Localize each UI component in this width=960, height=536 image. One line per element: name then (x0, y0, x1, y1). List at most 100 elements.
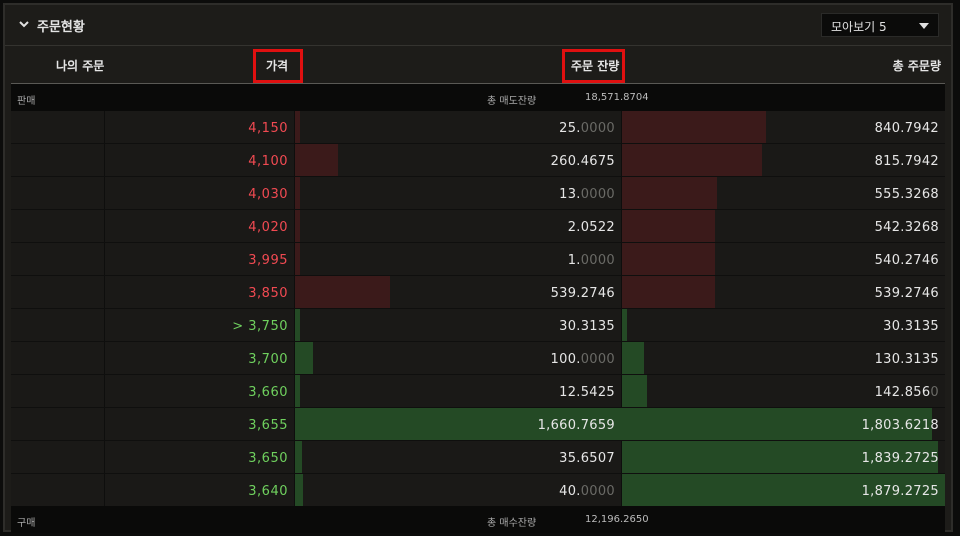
remaining-cell: 12.5425 (295, 375, 622, 407)
column-header-row: 나의 주문 가격 주문 잔량 총 주문량 (11, 46, 945, 84)
remaining-bar (295, 243, 300, 275)
remaining-cell: 1,660.7659 (295, 408, 622, 440)
price-value: 3,640 (248, 484, 288, 499)
order-row[interactable]: 4,100 260.4675 815.7942 (11, 144, 945, 177)
order-row[interactable]: 3,650 35.6507 1,839.2725 (11, 441, 945, 474)
order-status-panel: 주문현황 모아보기 5 나의 주문 가격 주문 잔량 총 주문량 판매 총 매도… (3, 3, 953, 533)
buy-total-label: 총 매수잔량 (487, 518, 537, 529)
total-bar (622, 210, 715, 242)
order-row[interactable]: 4,150 25.0000 840.7942 (11, 111, 945, 144)
remaining-bar (295, 210, 300, 242)
price-value: 4,020 (248, 220, 288, 235)
remaining-bar (295, 375, 300, 407)
price-cell[interactable]: 3,655 (105, 408, 295, 440)
price-cell[interactable]: 4,150 (105, 111, 295, 143)
sell-total-label: 총 매도잔량 (487, 96, 537, 107)
remaining-cell: 539.2746 (295, 276, 622, 308)
chevron-down-icon[interactable] (17, 17, 31, 31)
remaining-bar (295, 177, 300, 209)
total-bar (622, 144, 762, 176)
total-bar (622, 243, 715, 275)
remaining-bar (295, 144, 338, 176)
remaining-value-main: 100. (550, 352, 581, 367)
price-cell[interactable]: 3,700 (105, 342, 295, 374)
orderbook-rows: 4,150 25.0000 840.7942 4,100 260.4675 815.794… (11, 111, 945, 507)
remaining-value-trailing: 0000 (580, 187, 615, 202)
remaining-value-trailing: 0000 (580, 352, 615, 367)
total-value-main: 142.856 (874, 385, 931, 400)
remaining-value: 2.0522 (568, 220, 615, 235)
price-cell[interactable]: 3,995 (105, 243, 295, 275)
remaining-value-trailing: 0000 (580, 484, 615, 499)
remaining-value-main: 13. (559, 187, 581, 202)
remaining-value-main: 260.4675 (550, 154, 615, 169)
remaining-value: 260.4675 (551, 154, 615, 169)
price-value: 4,030 (248, 187, 288, 202)
remaining-bar (295, 276, 390, 308)
total-value-trailing: 0 (930, 385, 939, 400)
group-view-dropdown[interactable]: 모아보기 5 (821, 13, 939, 37)
remaining-cell: 260.4675 (295, 144, 622, 176)
total-cell: 1,803.6218 (622, 408, 945, 440)
sell-summary-row: 판매 총 매도잔량 18,571.8704 (11, 84, 945, 111)
total-value: 30.3135 (883, 319, 939, 334)
remaining-cell: 30.3135 (295, 309, 622, 341)
total-cell: 1,839.2725 (622, 441, 945, 473)
remaining-value-main: 30.3135 (559, 319, 615, 334)
total-cell: 539.2746 (622, 276, 945, 308)
price-value: 3,655 (248, 418, 288, 433)
total-value-main: 542.3268 (874, 220, 939, 235)
order-row[interactable]: > 3,750 30.3135 30.3135 (11, 309, 945, 342)
price-cell[interactable]: 4,100 (105, 144, 295, 176)
caret-down-icon (919, 23, 929, 29)
remaining-cell: 35.6507 (295, 441, 622, 473)
total-value-main: 1,879.2725 (861, 484, 939, 499)
order-row[interactable]: 3,850 539.2746 539.2746 (11, 276, 945, 309)
order-row[interactable]: 3,655 1,660.7659 1,803.6218 (11, 408, 945, 441)
price-cell[interactable]: 4,020 (105, 210, 295, 242)
remaining-value-main: 539.2746 (550, 286, 615, 301)
order-row[interactable]: 3,700 100.0000 130.3135 (11, 342, 945, 375)
buy-total-value: 12,196.2650 (585, 514, 649, 525)
total-value: 1,803.6218 (862, 418, 939, 433)
price-cell[interactable]: 3,650 (105, 441, 295, 473)
column-total: 총 주문량 (892, 59, 941, 73)
total-value: 542.3268 (875, 220, 939, 235)
total-value: 540.2746 (875, 253, 939, 268)
my-order-cell (11, 111, 105, 143)
remaining-value: 100.0000 (551, 352, 615, 367)
price-value: 3,660 (248, 385, 288, 400)
buy-summary-row: 구매 총 매수잔량 12,196.2650 (11, 506, 945, 533)
buy-label: 구매 (17, 518, 36, 529)
order-row[interactable]: 3,640 40.0000 1,879.2725 (11, 474, 945, 507)
order-row[interactable]: 3,995 1.0000 540.2746 (11, 243, 945, 276)
total-value-main: 539.2746 (874, 286, 939, 301)
total-bar (622, 276, 715, 308)
my-order-cell (11, 210, 105, 242)
total-value: 539.2746 (875, 286, 939, 301)
remaining-value: 1,660.7659 (538, 418, 615, 433)
total-cell: 815.7942 (622, 144, 945, 176)
sell-total-value: 18,571.8704 (585, 92, 649, 103)
price-cell[interactable]: > 3,750 (105, 309, 295, 341)
total-value: 142.8560 (875, 385, 939, 400)
price-value: 3,700 (248, 352, 288, 367)
highlight-box-price (253, 49, 303, 83)
price-cell[interactable]: 3,850 (105, 276, 295, 308)
total-cell: 540.2746 (622, 243, 945, 275)
order-row[interactable]: 4,020 2.0522 542.3268 (11, 210, 945, 243)
price-cell[interactable]: 3,660 (105, 375, 295, 407)
total-value-main: 540.2746 (874, 253, 939, 268)
order-row[interactable]: 4,030 13.0000 555.3268 (11, 177, 945, 210)
remaining-value-main: 12.5425 (559, 385, 615, 400)
total-bar (622, 342, 644, 374)
total-value: 130.3135 (875, 352, 939, 367)
remaining-value: 35.6507 (559, 451, 615, 466)
remaining-cell: 40.0000 (295, 474, 622, 506)
price-cell[interactable]: 4,030 (105, 177, 295, 209)
price-cell[interactable]: 3,640 (105, 474, 295, 506)
price-value: 4,100 (248, 154, 288, 169)
total-value: 1,879.2725 (862, 484, 939, 499)
order-row[interactable]: 3,660 12.5425 142.8560 (11, 375, 945, 408)
remaining-bar (295, 441, 302, 473)
